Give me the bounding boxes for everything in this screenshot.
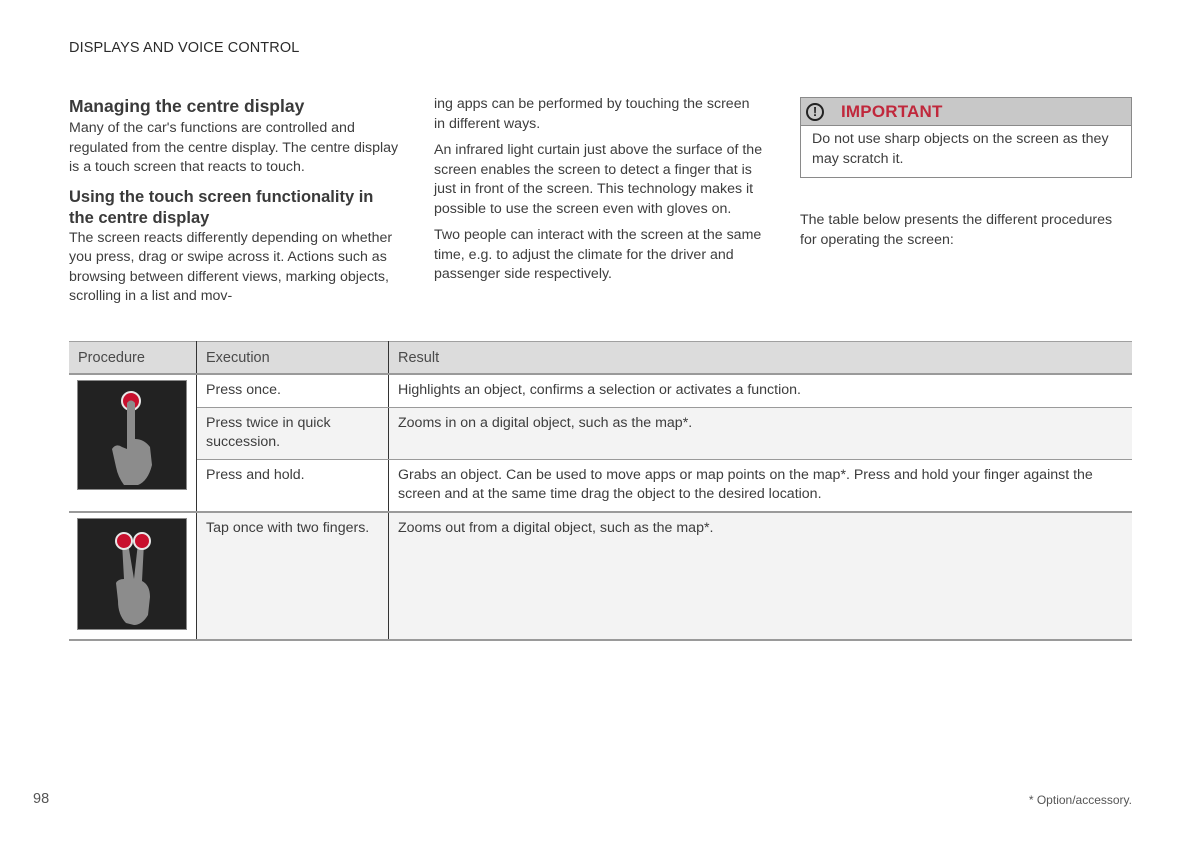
- column-1: Managing the centre display Many of the …: [69, 95, 399, 314]
- section-title: Managing the centre display: [69, 96, 305, 116]
- important-notice: ! IMPORTANT Do not use sharp objects on …: [800, 97, 1132, 178]
- subsection-title: Using the touch screen functionality in …: [69, 187, 374, 227]
- table-row: Tap once with two fingers. Zooms out fro…: [69, 511, 1132, 641]
- result-cell: Zooms in on a digital object, such as th…: [388, 407, 1132, 460]
- two-finger-tap-icon: [77, 517, 187, 630]
- table-row: Press twice in quick succession. Zooms i…: [69, 407, 1132, 460]
- footnote: * Option/accessory.: [1028, 793, 1132, 807]
- procedure-cell: [69, 374, 197, 513]
- execution-cell: Press twice in quick succession.: [196, 407, 389, 460]
- execution-cell: Press once.: [196, 374, 389, 408]
- result-cell: Zooms out from a digital object, such as…: [388, 511, 1132, 641]
- table-intro: The table below presents the different p…: [800, 212, 1113, 248]
- result-cell: Highlights an object, confirms a selecti…: [388, 374, 1132, 408]
- exclamation-circle-icon: !: [806, 102, 824, 121]
- header-result: Result: [388, 341, 1132, 375]
- one-finger-tap-icon: [77, 380, 187, 490]
- table-row: Press and hold. Grabs an object. Can be …: [69, 459, 1132, 513]
- procedures-table: Procedure Execution Result Press once. H…: [69, 341, 1132, 641]
- column-3: ! IMPORTANT Do not use sharp objects on …: [800, 95, 1132, 257]
- page-number: 98: [33, 791, 50, 807]
- execution-cell: Press and hold.: [196, 459, 389, 513]
- procedure-cell: [69, 511, 197, 641]
- important-text: Do not use sharp objects on the screen a…: [812, 131, 1109, 167]
- important-header: ! IMPORTANT: [801, 98, 1131, 126]
- subsection-paragraph: The screen reacts differently depending …: [69, 229, 393, 305]
- table-row: Press once. Highlights an object, confir…: [69, 374, 1132, 513]
- important-title: IMPORTANT: [841, 101, 943, 121]
- execution-cell: Tap once with two fingers.: [196, 511, 389, 641]
- section-intro: Many of the car's functions are controll…: [69, 120, 399, 175]
- header-procedure: Procedure: [69, 341, 197, 375]
- table-header-row: Procedure Execution Result: [69, 341, 1132, 375]
- result-cell: Grabs an object. Can be used to move app…: [388, 459, 1132, 513]
- running-head: DISPLAYS AND VOICE CONTROL: [69, 40, 300, 56]
- paragraph-two-people: Two people can interact with the screen …: [434, 227, 762, 282]
- header-execution: Execution: [196, 341, 389, 375]
- paragraph-infrared: An infrared light curtain just above the…: [434, 142, 763, 217]
- column-2: ing apps can be performed by touching th…: [434, 95, 764, 292]
- paragraph-continued: ing apps can be performed by touching th…: [434, 96, 750, 132]
